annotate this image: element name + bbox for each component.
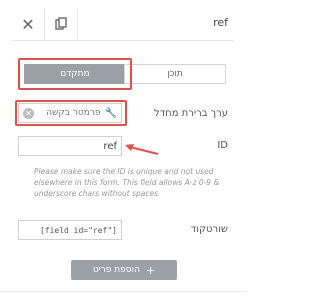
duplicate-button[interactable]	[45, 8, 78, 40]
item-header: ✕ ref	[12, 8, 234, 41]
plus-icon: +	[145, 263, 156, 277]
default-value-row: ✕ פרמטר בקשה 🔧 ערך ברירת מחדל	[12, 100, 234, 128]
default-value-label: ערך ברירת מחדל	[154, 108, 228, 119]
highlight-box	[18, 58, 132, 90]
id-label: ID	[217, 140, 228, 151]
divider	[0, 291, 247, 292]
tab-content[interactable]: תוכן	[124, 64, 226, 84]
item-title[interactable]: ref	[213, 16, 228, 29]
highlight-box	[15, 100, 127, 126]
add-item-label: הוספת פריט	[92, 265, 140, 275]
close-button[interactable]: ✕	[12, 8, 45, 40]
shortcode-row: שורטקוד	[12, 220, 234, 244]
id-row: ID	[12, 136, 234, 160]
duplicate-icon	[55, 17, 67, 30]
id-hint-text: Please make sure the ID is unique and no…	[34, 167, 220, 198]
add-item-button[interactable]: הוספת פריט +	[71, 260, 177, 280]
tabs: מתקדם תוכן	[18, 58, 226, 90]
shortcode-input[interactable]	[18, 220, 122, 240]
id-input[interactable]	[18, 136, 122, 156]
field-settings-panel: ✕ ref מתקדם תוכן ✕ פרמטר בקשה 🔧 ערך בריר…	[12, 8, 234, 258]
shortcode-label: שורטקוד	[190, 224, 228, 235]
close-icon: ✕	[21, 14, 35, 34]
arrow-annotation	[125, 144, 159, 155]
